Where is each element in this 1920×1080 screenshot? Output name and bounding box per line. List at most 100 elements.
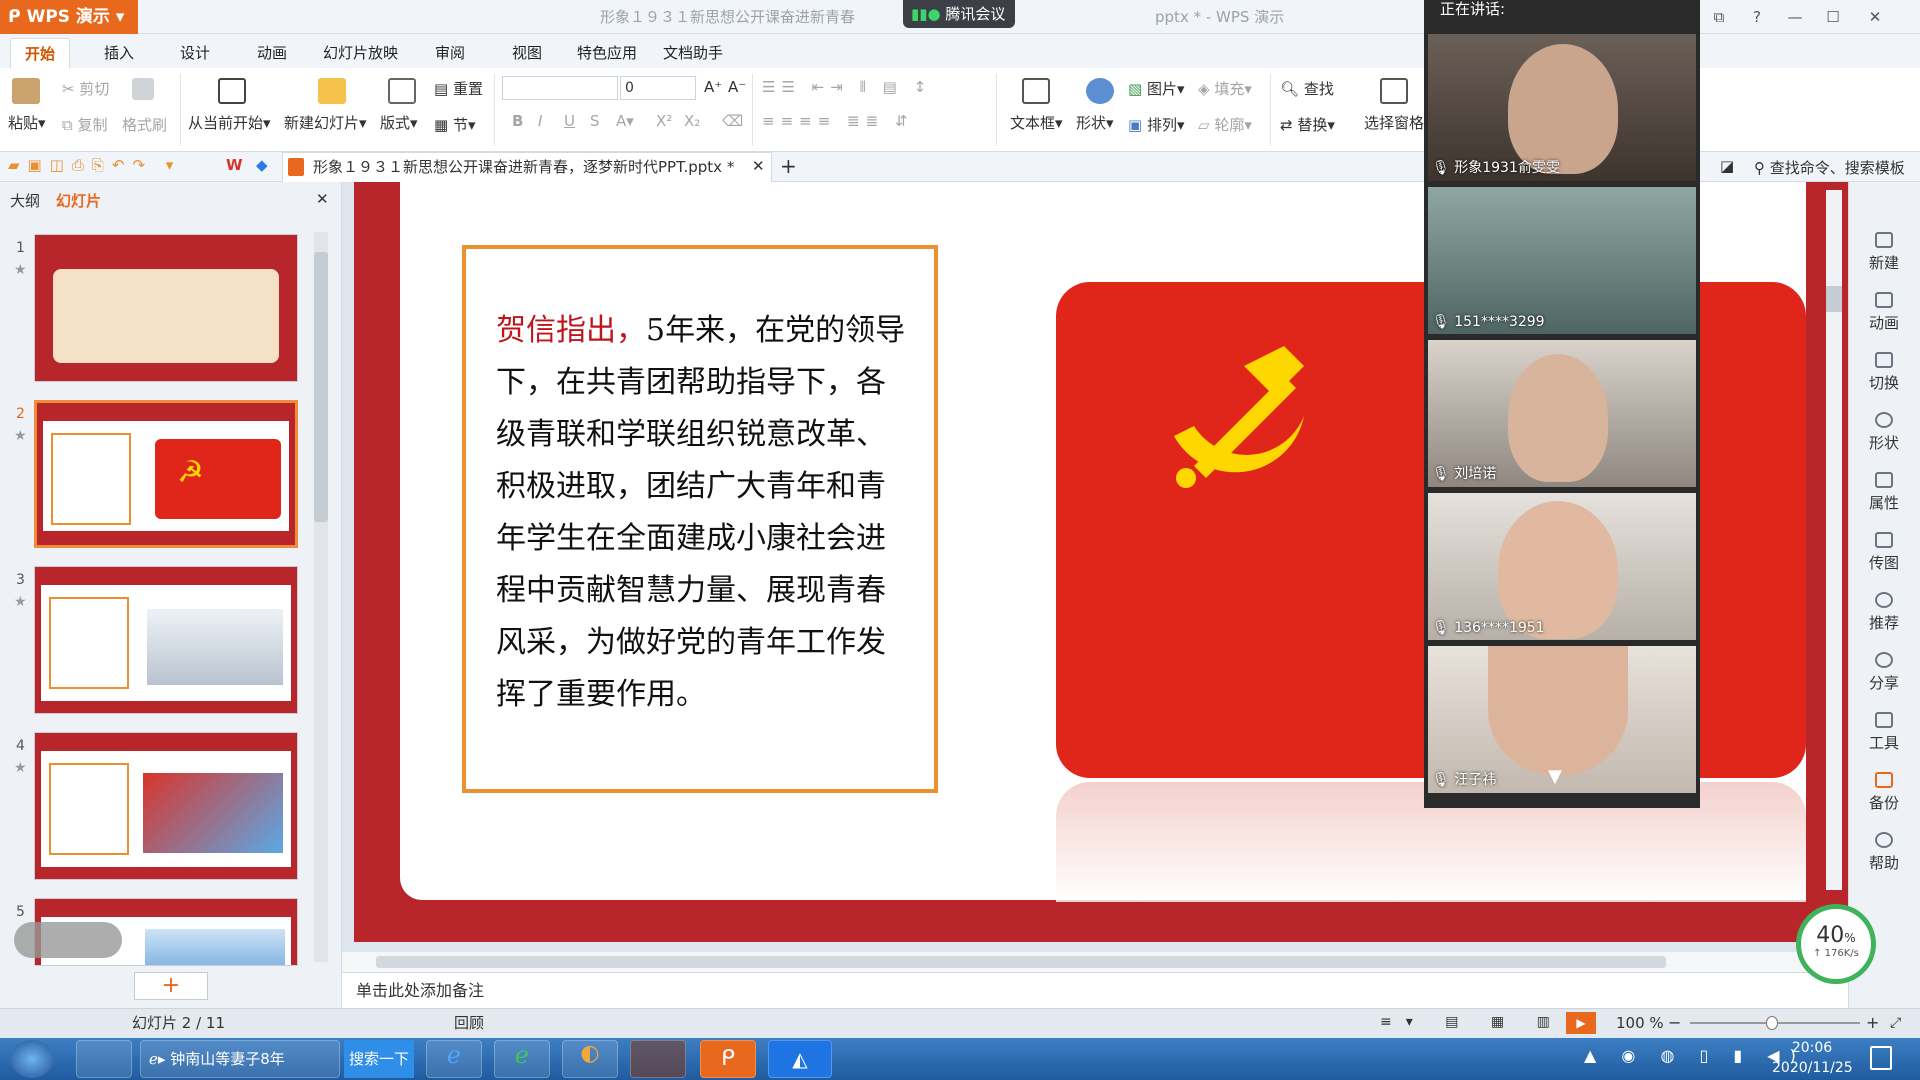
zoom-slider-thumb[interactable] [1766, 1016, 1778, 1030]
taskbar-app-icon[interactable] [76, 1040, 132, 1078]
document-tab[interactable]: 形象１９３１新思想公开课奋进新青春，逐梦新时代PPT.pptx * [282, 152, 772, 182]
taskbar-ie-window[interactable]: ℯ▸ 钟南山等妻子8年 [140, 1040, 340, 1078]
slide-thumbnail-2[interactable]: ☭ [34, 400, 298, 548]
floating-toolbar[interactable] [14, 922, 122, 958]
sidebar-animation-button[interactable]: 动画 [1852, 292, 1916, 333]
vertical-scrollbar[interactable] [1826, 190, 1842, 890]
slide-text-box[interactable]: 贺信指出，5年来，在党的领导下，在共青团帮助指导下，各级青联和学联组织锐意改革、… [462, 245, 938, 793]
wps-presentation-icon[interactable]: ᑭ [700, 1040, 756, 1078]
close-button[interactable]: ✕ [1856, 0, 1894, 34]
sidebar-share-button[interactable]: 分享 [1852, 652, 1916, 693]
align-buttons[interactable]: ≡≡≡≡ ≣≣ ⇵ [762, 112, 914, 130]
font-color-button[interactable]: A▾ [616, 112, 634, 130]
slide-thumbnail-3[interactable] [34, 566, 298, 714]
subscript-button[interactable]: X₂ [684, 112, 700, 130]
bold-button[interactable]: B [512, 112, 523, 130]
layout-button[interactable]: 版式▾ [380, 112, 418, 133]
sidebar-tools-button[interactable]: 工具 [1852, 712, 1916, 753]
clear-format-icon[interactable]: ⌫ [722, 112, 743, 130]
tab-home[interactable]: 开始 [10, 38, 71, 68]
slide-thumbnail-4[interactable] [34, 732, 298, 880]
close-panel-icon[interactable]: ✕ [316, 190, 329, 208]
picture-button[interactable]: ▧ 图片▾ [1128, 78, 1185, 99]
tab-review[interactable]: 审阅 [435, 38, 465, 68]
find-button[interactable]: 🔍︎ 查找 [1280, 78, 1334, 99]
tab-outline[interactable]: 大纲 [10, 190, 40, 211]
cloud-icon[interactable]: ◆ [256, 156, 268, 174]
format-painter-button[interactable]: 格式刷 [122, 114, 167, 135]
add-slide-button[interactable]: + [134, 972, 208, 1000]
sidebar-new-button[interactable]: 新建 [1852, 232, 1916, 273]
grow-font-icon[interactable]: A⁺ [704, 78, 722, 96]
reset-button[interactable]: ▤ 重置 [434, 78, 483, 99]
selection-pane-button[interactable]: 选择窗格 [1364, 112, 1424, 133]
sidebar-recommend-button[interactable]: 推荐 [1852, 592, 1916, 633]
from-current-button[interactable]: 从当前开始▾ [188, 112, 271, 133]
tab-special[interactable]: 特色应用 [577, 38, 637, 68]
zoom-in-button[interactable]: + [1866, 1008, 1879, 1038]
start-button[interactable] [10, 1040, 54, 1078]
tab-doc-assistant[interactable]: 文档助手 [663, 38, 723, 68]
close-tab-icon[interactable]: ✕ [752, 157, 765, 175]
tencent-meeting-icon[interactable]: ◭ [768, 1040, 832, 1078]
copy-button[interactable]: ⧉ 复制 [62, 114, 108, 135]
qq-browser-icon[interactable]: ◐ [562, 1040, 618, 1078]
cut-button[interactable]: ✂ 剪切 [62, 78, 109, 99]
tab-view[interactable]: 视图 [512, 38, 542, 68]
underline-button[interactable]: U [564, 112, 575, 130]
skin-icon[interactable]: ⧉ [1700, 0, 1738, 34]
replace-button[interactable]: ⇄ 替换▾ [1280, 114, 1335, 135]
tab-design[interactable]: 设计 [180, 38, 210, 68]
shrink-font-icon[interactable]: A⁻ [728, 78, 746, 96]
text-box-button[interactable]: 文本框▾ [1010, 112, 1063, 133]
taskbar-search-button[interactable]: 搜索一下 [344, 1040, 414, 1078]
scroll-down-icon[interactable]: ▼ [1548, 766, 1562, 787]
superscript-button[interactable]: X² [656, 112, 672, 130]
video-tile-3[interactable]: 🎙︎ 刘培诺 [1428, 340, 1696, 487]
meeting-indicator[interactable]: ▮▮● 腾讯会议 [903, 0, 1015, 28]
view-buttons[interactable]: ≡▾ ▤ ▦ ▥ [1380, 1014, 1564, 1030]
sidebar-shape-button[interactable]: 形状 [1852, 412, 1916, 453]
paste-button[interactable]: 粘贴▾ [8, 112, 46, 133]
outline-button[interactable]: ▱ 轮廓▾ [1198, 114, 1252, 135]
minimize-button[interactable]: — [1776, 0, 1814, 34]
game-icon[interactable] [630, 1040, 686, 1078]
quick-access-icons[interactable]: ▰▣◫⎙⎘↶↷ ▾ [8, 156, 181, 174]
taskbar-clock[interactable]: 20:06 2020/11/25 [1772, 1038, 1853, 1078]
video-tile-2[interactable]: 🎙︎ 151****3299 [1428, 187, 1696, 334]
font-size-select[interactable]: 0 [620, 76, 696, 100]
section-button[interactable]: ▦ 节▾ [434, 114, 476, 135]
wps-w-icon[interactable]: W [226, 156, 243, 174]
play-slideshow-icon[interactable]: ▶ [1566, 1012, 1596, 1034]
wps-app-menu-button[interactable]: ᑭ WPS 演示 ▾ [0, 0, 138, 34]
command-search[interactable]: ⚲ 查找命令、搜索模板 [1754, 157, 1905, 178]
shape-button[interactable]: 形状▾ [1076, 112, 1114, 133]
tab-animation[interactable]: 动画 [257, 38, 287, 68]
sidebar-backup-button[interactable]: 备份 [1852, 772, 1916, 813]
tab-insert[interactable]: 插入 [104, 38, 134, 68]
fill-button[interactable]: ◈ 填充▾ [1198, 78, 1252, 99]
panel-scrollbar[interactable] [314, 232, 328, 962]
video-tile-4[interactable]: 🎙︎ 136****1951 [1428, 493, 1696, 640]
sidebar-send-image-button[interactable]: 传图 [1852, 532, 1916, 573]
italic-button[interactable]: I [538, 112, 542, 130]
browser-icon[interactable]: ℯ [494, 1040, 550, 1078]
new-tab-icon[interactable]: + [780, 154, 797, 178]
new-slide-button[interactable]: 新建幻灯片▾ [284, 112, 367, 133]
help-icon[interactable]: ? [1738, 0, 1776, 34]
shadow-button[interactable]: S [590, 112, 600, 130]
zoom-out-button[interactable]: − [1668, 1008, 1681, 1038]
tab-slides[interactable]: 幻灯片 [56, 190, 101, 211]
sidebar-properties-button[interactable]: 属性 [1852, 472, 1916, 513]
action-center-icon[interactable] [1870, 1046, 1892, 1070]
list-buttons[interactable]: ☰☰ ⇤⇥ ⫴ ▤ ↕ [762, 78, 932, 96]
sidebar-help-button[interactable]: 帮助 [1852, 832, 1916, 873]
video-tile-1[interactable]: 🎙︎ 形象1931俞雯雯 [1428, 34, 1696, 181]
pin-icon[interactable]: ◪ [1720, 157, 1734, 175]
slide-thumbnail-1[interactable] [34, 234, 298, 382]
video-tile-5[interactable]: 🎙︎ 汪子祎 [1428, 646, 1696, 793]
tab-slideshow[interactable]: 幻灯片放映 [323, 38, 398, 68]
horizontal-scrollbar[interactable] [342, 952, 1848, 972]
sidebar-transition-button[interactable]: 切换 [1852, 352, 1916, 393]
fit-window-icon[interactable]: ⤢ [1890, 1008, 1901, 1038]
